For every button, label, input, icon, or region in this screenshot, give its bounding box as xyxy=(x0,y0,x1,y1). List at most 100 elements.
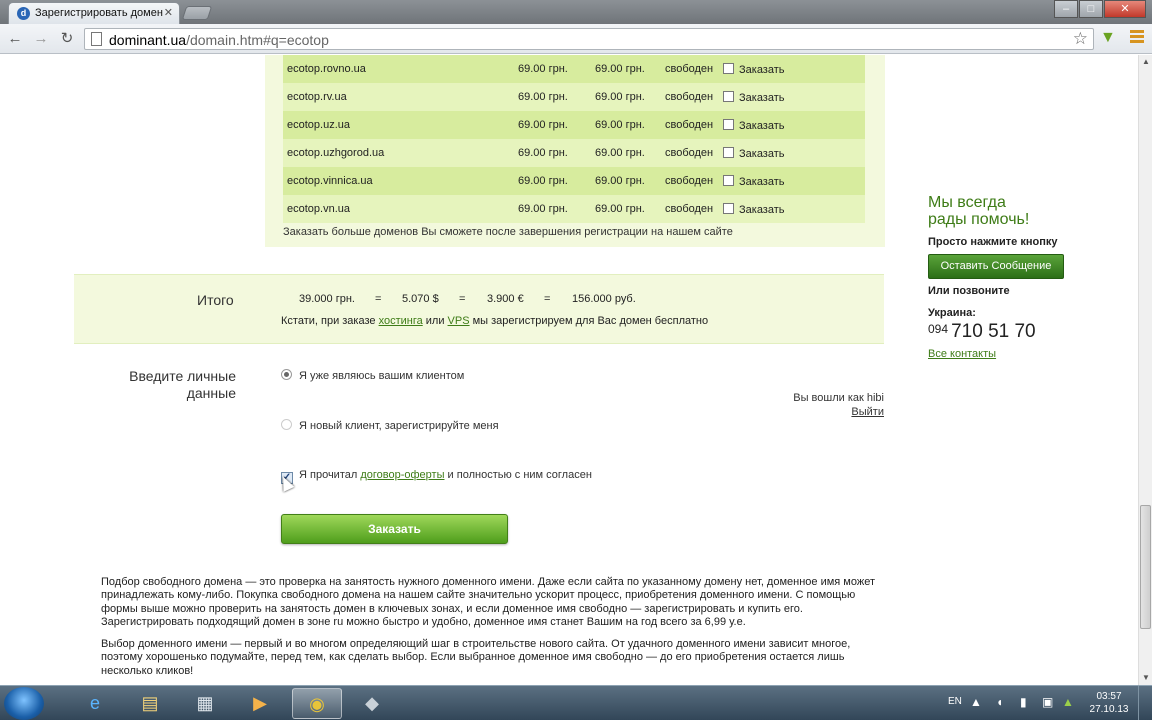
browser-title-bar: d Зарегистрировать домен ✕ – □ ✕ xyxy=(0,0,1152,24)
all-contacts-link[interactable]: Все контакты xyxy=(928,348,996,360)
domain-status: свободен xyxy=(665,91,714,103)
url-text: dominant.ua/domain.htm#q=ecotop xyxy=(109,32,329,48)
back-arrow-icon[interactable]: ← xyxy=(6,30,24,48)
country-label: Украина: xyxy=(928,307,976,319)
system-clock[interactable]: 03:57 27.10.13 xyxy=(1086,690,1132,716)
domain-price: 69.00 грн. xyxy=(518,147,568,159)
order-checkbox[interactable] xyxy=(723,174,734,186)
domain-name: ecotop.vinnica.ua xyxy=(287,175,373,187)
app-window-icon[interactable]: ◆ xyxy=(347,688,397,719)
total-panel: Итого 39.000 грн. = 5.070 $ = 3.900 € = … xyxy=(74,274,884,344)
maximize-button[interactable]: □ xyxy=(1079,0,1103,18)
tray-arrow-icon[interactable]: ▲ xyxy=(970,695,982,709)
offer-contract-link[interactable]: договор-оферты xyxy=(360,469,444,481)
order-label: Заказать xyxy=(739,119,785,132)
order-checkbox[interactable] xyxy=(723,118,734,130)
domain-name: ecotop.vn.ua xyxy=(287,203,350,215)
page-icon xyxy=(91,32,102,46)
order-label: Заказать xyxy=(739,63,785,76)
calculator-icon[interactable]: ▦ xyxy=(180,688,230,719)
internet-explorer-icon[interactable]: e xyxy=(70,688,120,719)
domain-renewal-price: 69.00 грн. xyxy=(595,175,645,187)
domain-order-cell[interactable]: Заказать xyxy=(723,167,865,195)
volume-icon[interactable]: ◖ xyxy=(996,695,1003,709)
domain-name: ecotop.rv.ua xyxy=(287,91,347,103)
tab-close-icon[interactable]: ✕ xyxy=(164,6,173,19)
minimize-button[interactable]: – xyxy=(1054,0,1078,18)
file-explorer-icon[interactable]: ▤ xyxy=(125,688,175,719)
hosting-offer-note: Кстати, при заказе хостинга или VPS мы з… xyxy=(281,315,709,327)
domain-renewal-price: 69.00 грн. xyxy=(595,119,645,131)
order-checkbox[interactable] xyxy=(723,146,734,158)
phone-number: 094 710 51 70 xyxy=(928,321,1036,342)
domain-order-cell[interactable]: Заказать xyxy=(723,55,865,83)
domain-price: 69.00 грн. xyxy=(518,63,568,75)
domain-price: 69.00 грн. xyxy=(518,119,568,131)
total-equals: = xyxy=(459,293,466,305)
vertical-scrollbar[interactable]: ▲ ▼ xyxy=(1138,55,1152,685)
reload-icon[interactable]: ↻ xyxy=(58,30,76,48)
domain-status: свободен xyxy=(665,147,714,159)
article-paragraph: Выбор доменного имени — первый и во мног… xyxy=(101,638,851,677)
order-checkbox[interactable] xyxy=(723,202,734,214)
domain-renewal-price: 69.00 грн. xyxy=(595,63,645,75)
domain-results-panel: ecotop.rovno.ua 69.00 грн. 69.00 грн. свобо… xyxy=(265,55,885,247)
domain-renewal-price: 69.00 грн. xyxy=(595,147,645,159)
bookmark-star-icon[interactable]: ☆ xyxy=(1073,29,1088,49)
existing-client-option[interactable]: Я уже являюсь вашим клиентом xyxy=(281,369,464,382)
order-checkbox[interactable] xyxy=(723,62,734,74)
domain-renewal-price: 69.00 грн. xyxy=(595,91,645,103)
domain-status: свободен xyxy=(665,203,714,215)
chrome-icon[interactable]: ◉ xyxy=(292,688,342,719)
new-tab-button[interactable] xyxy=(181,6,213,20)
domain-order-cell[interactable]: Заказать xyxy=(723,139,865,167)
close-window-button[interactable]: ✕ xyxy=(1104,0,1146,18)
start-button[interactable] xyxy=(4,687,44,720)
order-label: Заказать xyxy=(739,147,785,160)
windows-taskbar: e ▤ ▦ ▶ ◉ ◆ EN ▲ ◖ ▮ ▣ ▲ 03:57 27.10.13 xyxy=(0,685,1152,720)
order-button[interactable]: Заказать xyxy=(281,514,508,544)
forward-arrow-icon[interactable]: → xyxy=(32,30,50,48)
domain-row: ecotop.uzhgorod.ua 69.00 грн. 69.00 грн. св… xyxy=(283,139,865,167)
login-info: Вы вошли как hibi Выйти xyxy=(760,391,884,419)
total-equals: = xyxy=(544,293,551,305)
order-label: Заказать xyxy=(739,91,785,104)
domain-row: ecotop.vinnica.ua 69.00 грн. 69.00 грн. сво… xyxy=(283,167,865,195)
browser-menu-icon[interactable] xyxy=(1130,30,1144,44)
media-player-icon[interactable]: ▶ xyxy=(235,688,285,719)
logout-link[interactable]: Выйти xyxy=(851,406,884,418)
scroll-down-icon[interactable]: ▼ xyxy=(1139,671,1152,685)
hosting-link[interactable]: хостинга xyxy=(379,315,423,327)
language-indicator[interactable]: EN xyxy=(948,696,962,707)
new-client-option[interactable]: Я новый клиент, зарегистрируйте меня xyxy=(281,419,499,432)
domain-price: 69.00 грн. xyxy=(518,91,568,103)
domain-status: свободен xyxy=(665,119,714,131)
new-client-radio[interactable] xyxy=(281,419,292,430)
network-icon[interactable]: ▮ xyxy=(1020,695,1027,709)
domain-order-cell[interactable]: Заказать xyxy=(723,195,865,223)
article-text: Подбор свободного домена — это проверка … xyxy=(101,576,891,685)
existing-client-label: Я уже являюсь вашим клиентом xyxy=(299,370,465,382)
scroll-up-icon[interactable]: ▲ xyxy=(1139,55,1152,69)
article-paragraph: Подбор свободного домена — это проверка … xyxy=(101,576,876,628)
vps-link[interactable]: VPS xyxy=(448,315,470,327)
domain-renewal-price: 69.00 грн. xyxy=(595,203,645,215)
tray-update-icon[interactable]: ▲ xyxy=(1062,695,1074,709)
logged-in-as-text: Вы вошли как hibi xyxy=(793,392,884,404)
existing-client-radio[interactable] xyxy=(281,369,292,380)
domain-order-cell[interactable]: Заказать xyxy=(723,111,865,139)
total-label: Итого xyxy=(197,292,234,308)
browser-toolbar: ← → ↻ dominant.ua/domain.htm#q=ecotop ☆ xyxy=(0,24,1152,54)
browser-tab[interactable]: d Зарегистрировать домен ✕ xyxy=(8,2,180,24)
window-controls: – □ ✕ xyxy=(1053,0,1146,18)
domain-order-cell[interactable]: Заказать xyxy=(723,83,865,111)
order-checkbox[interactable] xyxy=(723,90,734,102)
scrollbar-thumb[interactable] xyxy=(1140,505,1151,629)
tray-app-icon[interactable]: ▣ xyxy=(1042,695,1053,709)
more-domains-note: Заказать больше доменов Вы сможете после… xyxy=(283,226,733,238)
address-bar[interactable]: dominant.ua/domain.htm#q=ecotop ☆ xyxy=(84,28,1094,50)
help-title: Мы всегда рады помочь! xyxy=(928,194,1030,228)
show-desktop-button[interactable] xyxy=(1138,686,1152,720)
extension-download-icon[interactable]: ▼ xyxy=(1100,29,1116,47)
send-message-button[interactable]: Оставить Сообщение xyxy=(928,254,1064,279)
